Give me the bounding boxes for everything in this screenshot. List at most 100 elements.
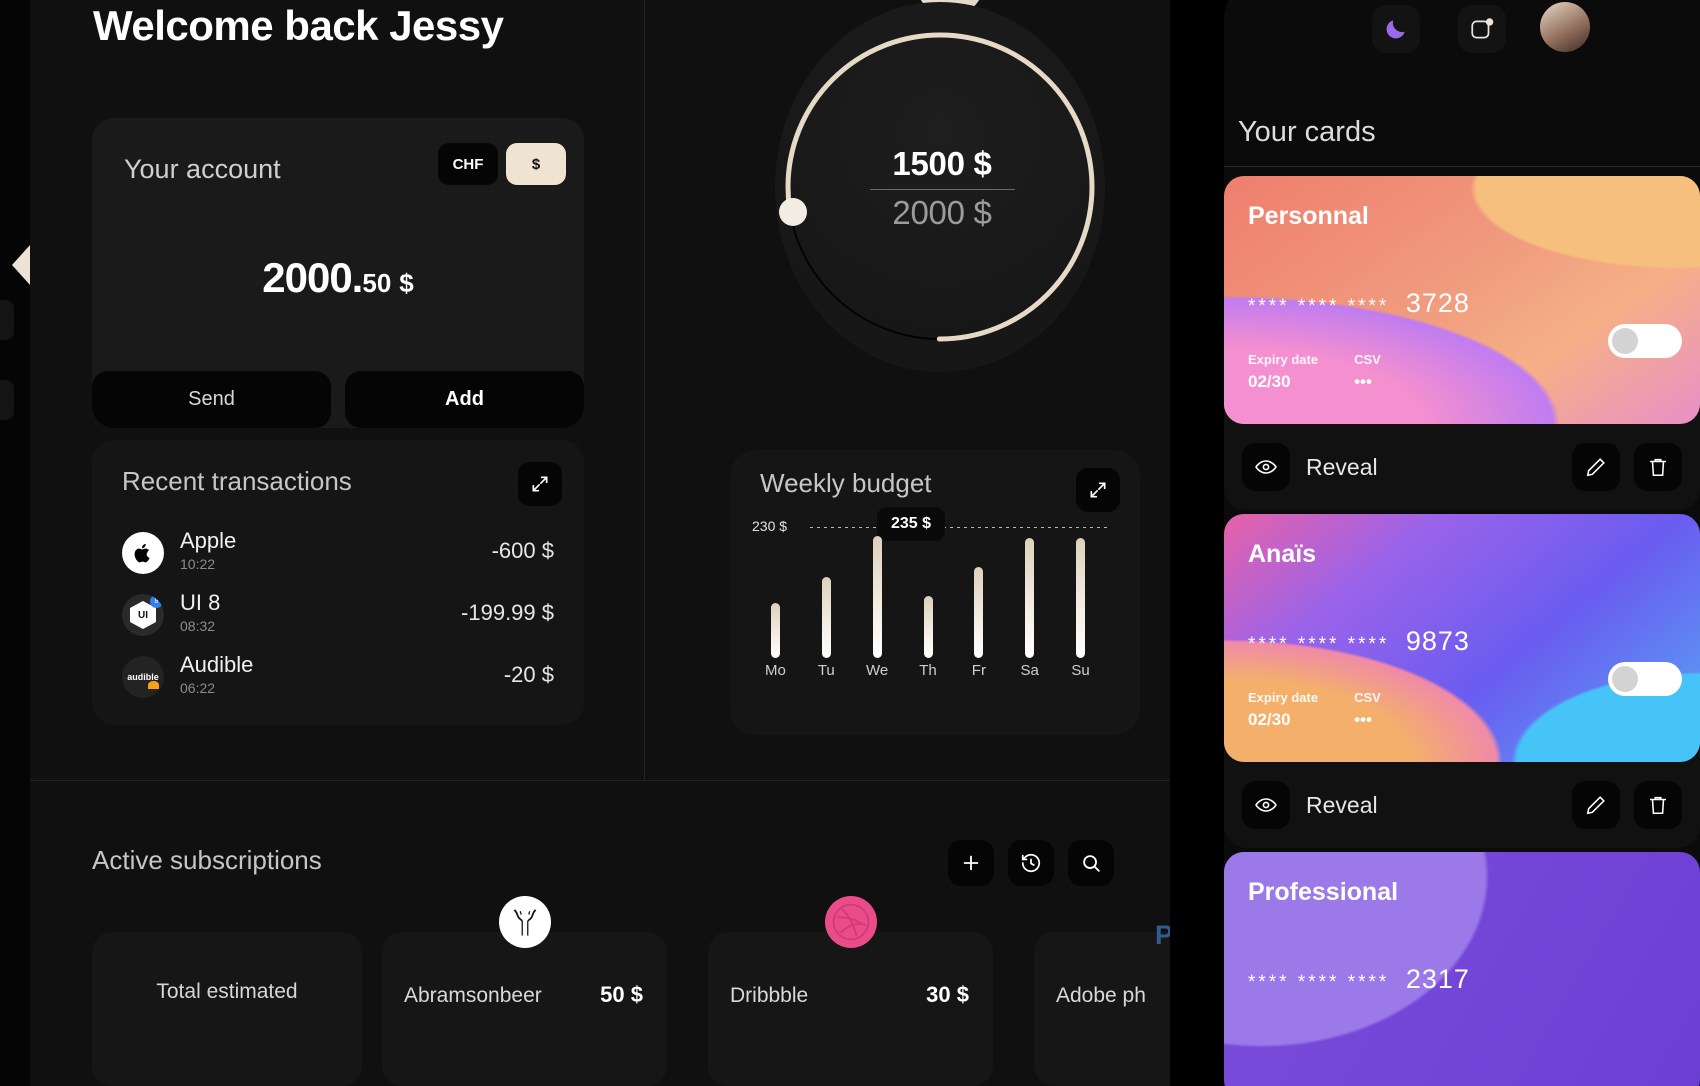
chart-x-label: Su — [1071, 662, 1090, 679]
currency-switcher[interactable]: CHF $ — [438, 143, 566, 185]
plus-icon[interactable] — [948, 840, 994, 886]
csv-value: ••• — [1354, 372, 1372, 391]
account-card-body: Your account CHF $ 2000.50 $ — [92, 118, 584, 371]
account-balance: 2000.50 $ — [92, 254, 584, 302]
subscriptions-title: Active subscriptions — [92, 845, 322, 875]
eye-icon — [1242, 781, 1290, 829]
chart-x-labels: Mo Tu We Th Fr Sa Su — [750, 662, 1106, 679]
cards-panel-title: Your cards — [1238, 116, 1376, 148]
chart-bar-column[interactable] — [953, 528, 1004, 658]
trash-icon[interactable] — [1634, 781, 1682, 829]
main-panel: Welcome back Jessy Your account CHF $ 20… — [30, 0, 1319, 1086]
notification-square-icon[interactable] — [1458, 5, 1506, 53]
page-title: Welcome back Jessy — [93, 2, 504, 49]
budget-gauge: 1500 $ 2000 $ — [730, 0, 1150, 460]
transaction-amount: -600 $ — [491, 538, 554, 563]
expiry-value: 02/30 — [1248, 372, 1291, 391]
horizontal-divider — [30, 780, 1170, 781]
chart-bar[interactable] — [1025, 538, 1035, 658]
currency-chf-button[interactable]: CHF — [438, 143, 498, 185]
reveal-button[interactable]: Reveal — [1242, 781, 1378, 829]
card-last4: 3728 — [1405, 288, 1470, 318]
card-toggle[interactable] — [1608, 324, 1682, 358]
card-block: Anaïs **** **** **** 9873 Expiry date 02… — [1224, 514, 1700, 848]
chart-x-label: Fr — [971, 662, 986, 679]
send-button[interactable]: Send — [92, 371, 331, 428]
reveal-button[interactable]: Reveal — [1242, 443, 1378, 491]
credit-card-visual[interactable]: Professional **** **** **** 2317 — [1224, 852, 1700, 1086]
chart-bar-column[interactable] — [903, 528, 954, 658]
eye-icon — [1242, 443, 1290, 491]
chart-bar[interactable] — [923, 595, 933, 658]
history-clock-icon[interactable] — [1008, 840, 1054, 886]
chart-bar-column[interactable] — [852, 528, 903, 658]
table-row[interactable]: Apple 10:22 -600 $ — [122, 528, 554, 580]
chart-bar[interactable] — [872, 535, 882, 658]
card-name: Anaïs — [1248, 540, 1317, 568]
currency-usd-button[interactable]: $ — [506, 143, 566, 185]
chart-bar[interactable] — [821, 577, 831, 658]
card-block: Personnal **** **** **** 3728 Expiry dat… — [1224, 176, 1700, 510]
expiry-label: Expiry date — [1248, 352, 1319, 367]
table-row[interactable]: UI 8 UI 8 08:32 -199.99 $ — [122, 590, 554, 642]
transaction-name: Apple — [180, 528, 237, 553]
card-action-buttons — [1572, 781, 1682, 829]
chart-bar-column[interactable] — [1004, 528, 1055, 658]
chart-bar[interactable] — [1076, 538, 1086, 658]
card-name: Personnal — [1248, 202, 1369, 230]
transaction-time: 08:32 — [180, 618, 216, 634]
chart-bar[interactable] — [974, 567, 984, 658]
add-button[interactable]: Add — [345, 371, 584, 428]
subscription-name: Abramsonbeer — [404, 984, 542, 1007]
rail-chip-1 — [0, 300, 14, 340]
chart-x-label: We — [866, 662, 889, 679]
chart-bar-column[interactable] — [750, 528, 801, 658]
deer-logo — [498, 896, 551, 948]
list-item[interactable]: Dribbble 30 $ — [708, 896, 993, 1086]
expand-arrows-icon[interactable] — [518, 462, 562, 506]
expiry-value: 02/30 — [1248, 710, 1291, 729]
trash-icon[interactable] — [1634, 443, 1682, 491]
reveal-label: Reveal — [1306, 453, 1378, 480]
pencil-icon[interactable] — [1572, 443, 1620, 491]
subscriptions-toolbar — [948, 840, 1114, 886]
transaction-time: 06:22 — [180, 680, 216, 696]
chart-bar-column[interactable] — [1055, 528, 1106, 658]
chevron-left-triangle-icon[interactable] — [12, 245, 30, 285]
transaction-name: UI 8 — [180, 590, 221, 615]
credit-card-visual[interactable]: Personnal **** **** **** 3728 Expiry dat… — [1224, 176, 1700, 424]
subscription-total-card: Total estimated — [92, 932, 362, 1086]
account-card: Your account CHF $ 2000.50 $ Send Add — [92, 118, 584, 428]
ui8-logo: UI 8 — [122, 594, 164, 636]
chart-bar-column[interactable] — [801, 528, 852, 658]
card-meta: Expiry date 02/30 CSV ••• — [1248, 352, 1381, 392]
user-avatar[interactable] — [1540, 2, 1590, 52]
card-number-mask: **** **** **** — [1248, 634, 1390, 655]
balance-currency: $ — [399, 268, 414, 298]
card-toggle[interactable] — [1608, 662, 1682, 696]
subscription-price: 50 $ — [600, 982, 643, 1007]
chart-x-label: Mo — [765, 662, 786, 679]
expand-arrows-icon[interactable] — [1076, 468, 1120, 512]
credit-card-visual[interactable]: Anaïs **** **** **** 9873 Expiry date 02… — [1224, 514, 1700, 762]
search-icon[interactable] — [1068, 840, 1114, 886]
card-block: Professional **** **** **** 2317 — [1224, 852, 1700, 1086]
chart-bar[interactable] — [770, 603, 780, 658]
card-number: **** **** **** 2317 — [1248, 964, 1470, 995]
pencil-icon[interactable] — [1572, 781, 1620, 829]
list-item[interactable]: Abramsonbeer 50 $ — [382, 896, 667, 1086]
dashboard-root: Welcome back Jessy Your account CHF $ 20… — [0, 0, 1700, 1086]
moon-icon[interactable] — [1372, 5, 1420, 53]
card-actions: Reveal — [1224, 424, 1700, 510]
chart-bars — [750, 528, 1106, 658]
table-row[interactable]: audible Audible 06:22 -20 $ — [122, 652, 554, 704]
card-meta: Expiry date 02/30 CSV ••• — [1248, 690, 1381, 730]
reveal-label: Reveal — [1306, 791, 1378, 818]
subscription-name: Adobe ph — [1056, 984, 1146, 1007]
gauge-values: 1500 $ 2000 $ — [842, 145, 1042, 232]
chart-x-label: Th — [919, 662, 937, 679]
apple-logo — [122, 532, 164, 574]
card-last4: 2317 — [1405, 964, 1470, 994]
left-rail — [0, 0, 30, 1086]
gauge-divider — [869, 189, 1015, 190]
